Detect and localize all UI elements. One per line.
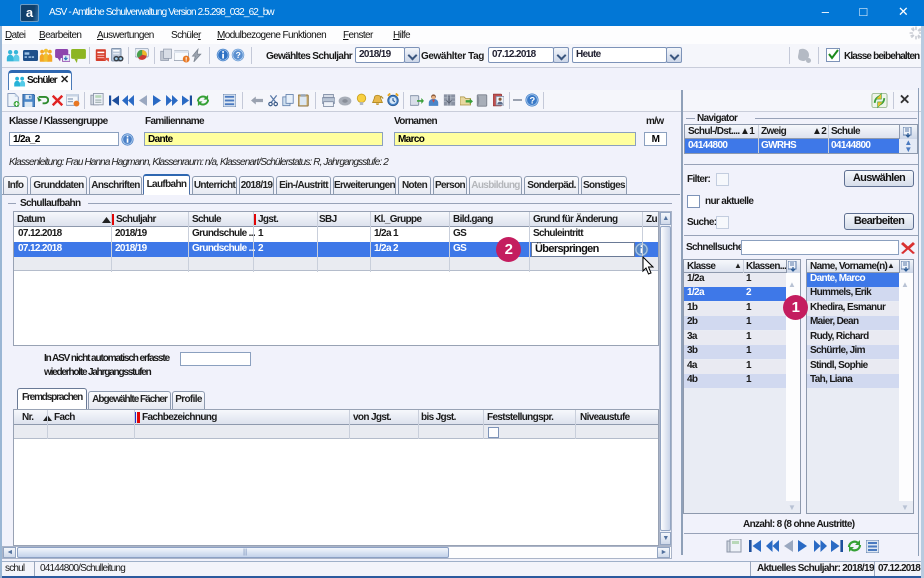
svg-text:?: ?	[236, 50, 241, 60]
